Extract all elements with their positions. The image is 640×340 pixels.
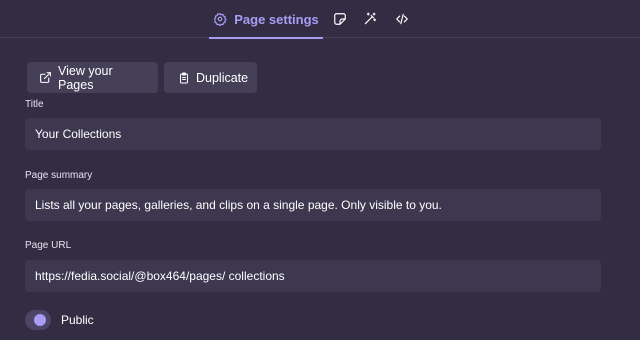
magic-wand-icon — [363, 12, 377, 26]
duplicate-button[interactable]: Duplicate — [164, 62, 257, 93]
public-label: Public — [61, 313, 94, 327]
page-url-input[interactable]: https://fedia.social/@box464/pages/ coll… — [25, 260, 601, 292]
duplicate-label: Duplicate — [196, 70, 249, 85]
tab-magic[interactable] — [360, 0, 380, 38]
sticker-icon — [333, 12, 347, 26]
title-label: Title — [25, 99, 44, 110]
public-toggle-row: Public — [25, 309, 94, 331]
tab-page-settings[interactable]: Page settings — [209, 0, 323, 39]
external-link-icon — [39, 71, 52, 84]
clipboard-icon — [178, 71, 190, 85]
page-summary-input[interactable]: Lists all your pages, galleries, and cli… — [25, 189, 601, 221]
tab-page-settings-label: Page settings — [234, 11, 319, 27]
title-input[interactable]: Your Collections — [25, 118, 601, 150]
tab-code[interactable] — [391, 0, 413, 38]
settings-tab-bar: Page settings — [0, 0, 640, 39]
page-url-label: Page URL — [25, 240, 72, 251]
toggle-knob — [34, 314, 46, 326]
gear-icon — [213, 12, 227, 26]
tab-sticker[interactable] — [330, 0, 350, 38]
code-icon — [394, 12, 410, 26]
public-toggle[interactable] — [25, 310, 51, 330]
view-pages-label: View your Pages — [58, 63, 113, 92]
view-pages-button[interactable]: View your Pages — [27, 62, 158, 93]
page-summary-label: Page summary — [25, 170, 93, 181]
